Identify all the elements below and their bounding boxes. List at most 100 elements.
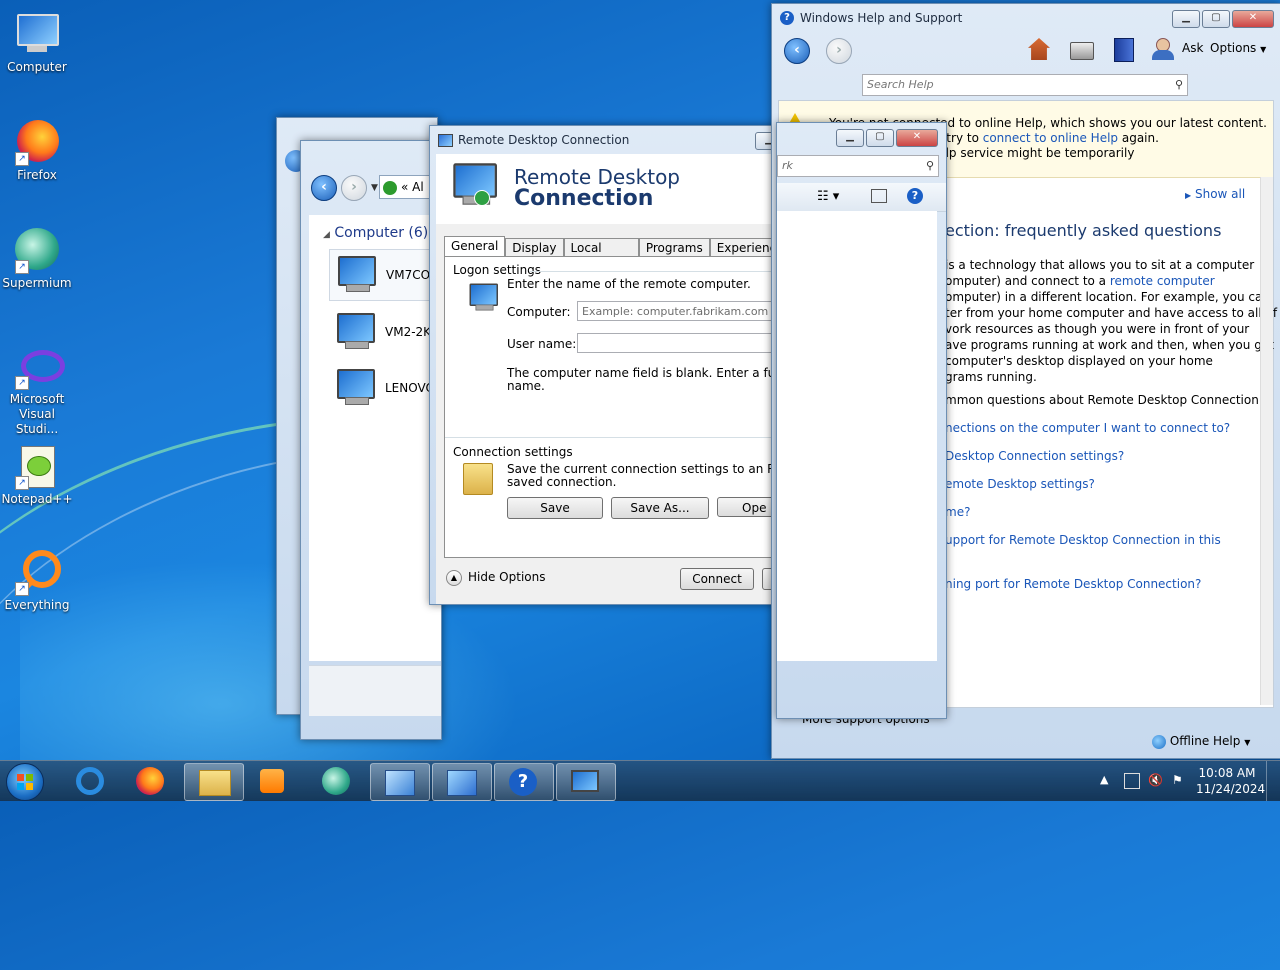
clock[interactable]: 10:08 AM 11/24/2024 <box>1196 765 1265 797</box>
help-search-input[interactable]: Search Help ⚲ <box>862 74 1188 96</box>
username-input[interactable] <box>577 333 775 353</box>
network-icon <box>447 770 477 796</box>
action-center-flag-icon[interactable]: ⚑ <box>1172 773 1183 787</box>
show-hidden-icons-chevron-icon[interactable]: ▲ <box>1100 773 1108 786</box>
save-as-button[interactable]: Save As... <box>611 497 709 519</box>
network-tray-icon[interactable] <box>1124 773 1140 789</box>
rdc-titlebar[interactable]: Remote Desktop Connection ▁ <box>430 126 775 154</box>
help-icon[interactable]: ? <box>907 188 923 204</box>
recent-pages-chevron-icon[interactable]: ▼ <box>371 183 378 193</box>
taskbar-media-player[interactable] <box>244 763 302 799</box>
help-forward-button[interactable]: › <box>826 38 852 64</box>
ask-button[interactable]: Ask <box>1182 41 1203 55</box>
preview-pane-icon[interactable] <box>871 189 887 203</box>
desktop-icon-supermium[interactable]: ↗ Supermium <box>0 220 74 291</box>
hide-options-link[interactable]: Hide Options <box>468 570 545 584</box>
details-pane <box>309 665 441 716</box>
computer-item-2[interactable]: LENOVO <box>329 363 441 413</box>
internet-explorer-icon <box>76 767 104 795</box>
taskbar-help[interactable]: ? <box>494 763 554 801</box>
faq-link-1[interactable]: Desktop Connection settings? <box>945 449 1124 463</box>
minimize-button[interactable]: ▁ <box>1172 10 1200 28</box>
overlap-search-input[interactable]: rk ⚲ <box>777 155 939 177</box>
home-icon[interactable] <box>1028 38 1050 60</box>
article-heading: ection: frequently asked questions <box>945 221 1222 240</box>
help-back-button[interactable]: ‹ <box>784 38 810 64</box>
start-button[interactable] <box>6 763 44 801</box>
media-player-icon <box>260 769 284 793</box>
rdc-app-icon <box>438 134 453 147</box>
refresh-icon <box>383 180 397 195</box>
taskbar-control-panel[interactable] <box>370 763 430 801</box>
help-scrollbar[interactable] <box>1260 177 1273 705</box>
close-button[interactable]: ✕ <box>896 129 938 147</box>
taskbar-network[interactable] <box>432 763 492 801</box>
computer-item-0[interactable]: VM7CO <box>329 249 443 301</box>
taskbar-remote-desktop[interactable] <box>556 763 616 801</box>
visual-studio-icon: ↗ <box>13 342 65 390</box>
help-icon: ? <box>509 768 537 796</box>
remote-computer-link[interactable]: remote computer <box>1110 274 1215 288</box>
faq-link-2[interactable]: emote Desktop settings? <box>945 477 1095 491</box>
tab-local-resources[interactable]: Local Resources <box>563 238 639 269</box>
explorer-window[interactable]: ‹ › ▼ « Al ◢ Computer (6) VM7CO VM2-2K L… <box>300 140 443 740</box>
computer-icon <box>334 256 378 292</box>
tab-programs[interactable]: Programs <box>638 238 710 258</box>
faq-link-0[interactable]: nections on the computer I want to conne… <box>945 421 1230 435</box>
explorer-nav: ‹ › ▼ <box>311 175 378 201</box>
help-titlebar[interactable]: ? Windows Help and Support ▁ ▢ ✕ <box>772 4 1280 32</box>
maximize-button[interactable]: ▢ <box>866 129 894 147</box>
connect-badge-icon <box>474 190 490 206</box>
maximize-button[interactable]: ▢ <box>1202 10 1230 28</box>
computer-icon <box>333 369 377 405</box>
print-icon[interactable] <box>1070 42 1094 60</box>
show-all-link[interactable]: ▶ Show all <box>1185 187 1245 201</box>
rdc-dialog[interactable]: Remote Desktop Connection ▁ Remote Deskt… <box>429 125 776 605</box>
supermium-icon: ↗ <box>13 226 61 274</box>
hide-options-chevron-icon[interactable]: ▲ <box>446 570 462 586</box>
views-icon[interactable]: ☷ ▾ <box>817 189 839 204</box>
faq-link-3[interactable]: me? <box>945 505 970 519</box>
article-paragraph: is a technology that allows you to sit a… <box>945 258 1278 384</box>
offline-help-button[interactable]: Offline Help ▼ <box>1152 734 1250 749</box>
minimize-button[interactable]: ▁ <box>836 129 864 147</box>
computer-item-1[interactable]: VM2-2K <box>329 307 441 357</box>
connect-online-help-link[interactable]: connect to online Help <box>983 131 1118 145</box>
faq-link-4[interactable]: upport for Remote Desktop Connection in … <box>945 533 1221 547</box>
forward-button[interactable]: › <box>341 175 367 201</box>
desktop-icon-visual-studio[interactable]: ↗ Microsoft Visual Studi... <box>0 336 74 437</box>
remote-desktop-icon <box>571 770 599 792</box>
group-header[interactable]: ◢ Computer (6) <box>323 225 428 241</box>
save-button[interactable]: Save <box>507 497 603 519</box>
taskbar-supermium[interactable] <box>308 763 366 799</box>
firefox-icon <box>136 767 164 795</box>
tab-display[interactable]: Display <box>505 238 564 258</box>
volume-muted-icon[interactable]: 🔇 <box>1148 773 1163 787</box>
connect-button[interactable]: Connect <box>680 568 754 590</box>
browse-help-icon[interactable] <box>1114 38 1134 62</box>
options-button[interactable]: Options ▼ <box>1210 41 1266 55</box>
back-button[interactable]: ‹ <box>311 175 337 201</box>
taskbar-explorer[interactable] <box>184 763 244 801</box>
computer-input[interactable]: Example: computer.fabrikam.com <box>577 301 775 321</box>
help-app-icon: ? <box>780 11 794 25</box>
close-button[interactable]: ✕ <box>1232 10 1274 28</box>
faq-link-5[interactable]: ning port for Remote Desktop Connection? <box>945 577 1201 591</box>
overlap-window[interactable]: ▁ ▢ ✕ rk ⚲ ☷ ▾ ? <box>776 122 947 719</box>
desktop-icon-everything[interactable]: ↗ Everything <box>0 542 74 613</box>
desktop-icon-computer[interactable]: Computer <box>0 4 74 75</box>
search-icon[interactable]: ⚲ <box>926 156 934 176</box>
firefox-icon: ↗ <box>13 118 61 166</box>
rdc-header-banner: Remote Desktop Connection <box>436 154 775 224</box>
show-desktop-button[interactable] <box>1266 761 1280 801</box>
overlap-toolbar: ☷ ▾ ? <box>777 183 946 212</box>
globe-icon <box>1152 734 1166 749</box>
taskbar-firefox[interactable] <box>122 763 180 799</box>
collapse-triangle-icon: ◢ <box>323 230 330 240</box>
desktop-icon-notepad-plus-plus[interactable]: ↗ Notepad++ <box>0 436 74 507</box>
tab-experience[interactable]: Experience <box>709 238 775 258</box>
taskbar-ie[interactable] <box>62 763 120 799</box>
open-button[interactable]: Ope <box>717 497 775 517</box>
desktop-icon-firefox[interactable]: ↗ Firefox <box>0 112 74 183</box>
search-icon[interactable]: ⚲ <box>1175 75 1183 95</box>
